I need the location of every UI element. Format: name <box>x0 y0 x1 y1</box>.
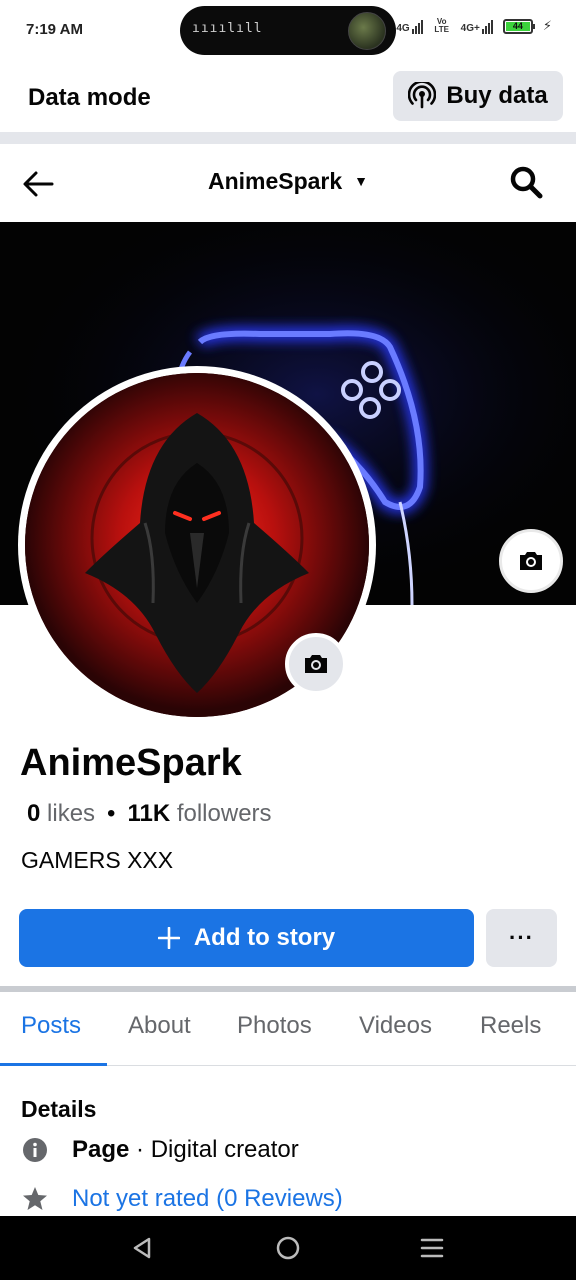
more-icon: ··· <box>509 925 534 950</box>
profile-tabs: Posts About Photos Videos Reels <box>0 992 576 1066</box>
nav-recents-button[interactable] <box>414 1230 450 1266</box>
signal-4g-icon: 4G <box>396 18 423 34</box>
stats-separator: • <box>107 800 116 827</box>
camera-icon <box>305 655 327 673</box>
charging-icon: ⚡ <box>542 18 552 33</box>
page-switcher[interactable]: AnimeSpark ▼ <box>0 168 576 195</box>
page-category: · Digital creator <box>129 1136 299 1163</box>
caret-down-icon: ▼ <box>354 173 369 189</box>
tab-posts[interactable]: Posts <box>21 1012 81 1040</box>
likes-label: likes <box>47 800 96 827</box>
more-options-button[interactable]: ··· <box>486 909 557 967</box>
status-icons: 4G Vo LTE 4G+ 44 ⚡ <box>396 18 552 34</box>
add-to-story-label: Add to story <box>193 924 336 951</box>
volte-icon: Vo LTE <box>434 17 449 34</box>
status-bar: 7:19 AM ıııılıll 4G Vo LTE 4G+ 44 ⚡ <box>0 0 576 62</box>
net-label-3: 4G+ <box>460 23 480 34</box>
circle-home-icon <box>276 1236 300 1260</box>
info-icon <box>21 1136 49 1164</box>
add-to-story-button[interactable]: Add to story <box>19 909 474 967</box>
profile-stats[interactable]: 0 likes • 11K followers <box>27 800 272 828</box>
details-heading: Details <box>21 1096 97 1122</box>
rating-link[interactable]: Not yet rated (0 Reviews) <box>72 1185 343 1213</box>
net-label-1: 4G <box>396 23 410 34</box>
tab-photos[interactable]: Photos <box>237 1012 312 1040</box>
camera-icon <box>520 552 542 570</box>
tab-videos[interactable]: Videos <box>359 1012 432 1040</box>
buy-data-button[interactable]: Buy data <box>393 71 563 121</box>
edit-cover-button[interactable] <box>499 529 563 593</box>
audio-wave-indicator: ıııılıll <box>192 21 263 36</box>
tab-reels[interactable]: Reels <box>480 1012 541 1040</box>
battery-icon: 44 <box>502 18 535 34</box>
broadcast-icon <box>408 82 437 110</box>
active-tab-indicator <box>0 1063 107 1066</box>
divider <box>0 132 576 144</box>
menu-lines-icon <box>420 1238 444 1258</box>
likes-count: 0 <box>27 800 41 827</box>
triangle-back-icon <box>133 1237 151 1259</box>
signal-4gplus-icon: 4G+ <box>461 18 493 34</box>
edit-profile-picture-button[interactable] <box>285 633 347 695</box>
battery-level: 44 <box>505 21 530 31</box>
followers-count: 11K <box>127 800 171 827</box>
star-icon <box>21 1185 49 1213</box>
search-button[interactable] <box>508 164 548 204</box>
followers-label: followers <box>176 800 272 827</box>
page-category-row: Page · Digital creator <box>21 1136 299 1164</box>
profile-name: AnimeSpark <box>20 742 242 784</box>
page-header: AnimeSpark ▼ <box>0 144 576 222</box>
plus-icon <box>157 927 180 949</box>
status-time: 7:19 AM <box>26 21 83 38</box>
page-title: AnimeSpark <box>207 168 343 194</box>
rating-row[interactable]: Not yet rated (0 Reviews) <box>21 1185 343 1213</box>
nav-home-button[interactable] <box>270 1230 306 1266</box>
nav-back-button[interactable] <box>124 1230 160 1266</box>
search-icon <box>510 166 543 199</box>
buy-data-label: Buy data <box>446 82 548 109</box>
dynamic-island: ıııılıll <box>180 6 396 55</box>
media-thumbnail <box>348 12 386 50</box>
page-label: Page <box>72 1136 130 1163</box>
profile-bio: GAMERS XXX <box>21 847 174 873</box>
data-mode-title: Data mode <box>28 84 151 111</box>
system-navigation-bar <box>0 1216 576 1280</box>
tab-about[interactable]: About <box>128 1012 191 1040</box>
